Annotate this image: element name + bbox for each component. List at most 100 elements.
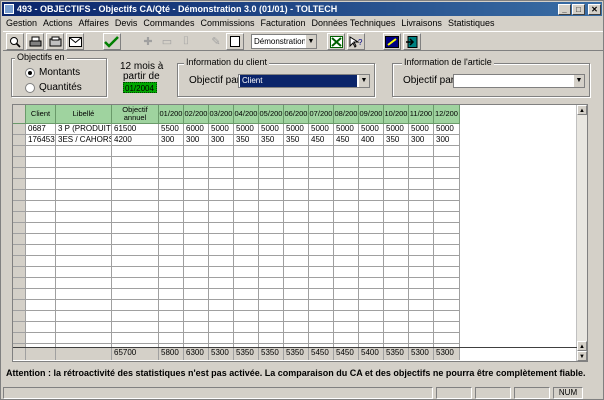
empty-cell[interactable] [184, 267, 209, 278]
empty-cell[interactable] [434, 179, 460, 190]
empty-cell[interactable] [56, 245, 112, 256]
table-cell[interactable]: 3 P (PRODUITS PI [56, 124, 112, 135]
radio-quantites-dot[interactable] [25, 82, 35, 93]
row-selector[interactable] [13, 146, 26, 157]
empty-cell[interactable] [359, 289, 384, 300]
article-objectif-select[interactable]: ▼ [453, 74, 585, 88]
empty-cell[interactable] [56, 333, 112, 344]
empty-cell[interactable] [384, 267, 409, 278]
row-selector[interactable] [13, 168, 26, 179]
validate-icon[interactable] [103, 33, 121, 50]
row-selector[interactable] [13, 300, 26, 311]
empty-cell[interactable] [56, 146, 112, 157]
empty-cell[interactable] [234, 256, 259, 267]
column-header[interactable]: 12/200 [434, 105, 460, 124]
empty-cell[interactable] [434, 223, 460, 234]
empty-cell[interactable] [284, 245, 309, 256]
empty-cell[interactable] [56, 190, 112, 201]
empty-cell[interactable] [284, 212, 309, 223]
column-header[interactable]: 01/200 [159, 105, 184, 124]
empty-cell[interactable] [384, 256, 409, 267]
empty-cell[interactable] [334, 311, 359, 322]
empty-cell[interactable] [234, 267, 259, 278]
table-cell[interactable]: 450 [334, 135, 359, 146]
empty-cell[interactable] [26, 179, 56, 190]
database-combo[interactable]: Démonstration 3 ▼ [251, 34, 317, 49]
empty-cell[interactable] [434, 234, 460, 245]
column-header[interactable]: 09/200 [359, 105, 384, 124]
empty-cell[interactable] [284, 179, 309, 190]
empty-cell[interactable] [309, 223, 334, 234]
empty-cell[interactable] [384, 333, 409, 344]
empty-cell[interactable] [209, 201, 234, 212]
empty-cell[interactable] [184, 289, 209, 300]
empty-cell[interactable] [434, 168, 460, 179]
empty-cell[interactable] [209, 234, 234, 245]
column-header[interactable]: 06/200 [284, 105, 309, 124]
empty-cell[interactable] [234, 289, 259, 300]
empty-cell[interactable] [309, 146, 334, 157]
empty-cell[interactable] [359, 157, 384, 168]
empty-cell[interactable] [26, 245, 56, 256]
help-icon[interactable]: ? [347, 33, 365, 50]
empty-cell[interactable] [56, 234, 112, 245]
empty-cell[interactable] [409, 245, 434, 256]
row-selector[interactable] [13, 201, 26, 212]
row-selector[interactable] [13, 179, 26, 190]
empty-cell[interactable] [434, 245, 460, 256]
table-cell[interactable]: 5000 [234, 124, 259, 135]
empty-cell[interactable] [434, 333, 460, 344]
empty-cell[interactable] [209, 289, 234, 300]
empty-cell[interactable] [112, 300, 159, 311]
empty-cell[interactable] [334, 300, 359, 311]
empty-cell[interactable] [259, 278, 284, 289]
minimize-button[interactable]: _ [558, 4, 571, 15]
scroll-up-button[interactable]: ▲ [577, 105, 587, 115]
row-selector[interactable] [13, 245, 26, 256]
edit-icon[interactable]: ✎ [207, 33, 225, 50]
empty-cell[interactable] [184, 168, 209, 179]
empty-cell[interactable] [56, 157, 112, 168]
table-cell[interactable]: 5000 [309, 124, 334, 135]
empty-cell[interactable] [384, 322, 409, 333]
empty-cell[interactable] [209, 311, 234, 322]
empty-cell[interactable] [234, 322, 259, 333]
empty-cell[interactable] [334, 322, 359, 333]
empty-cell[interactable] [234, 234, 259, 245]
empty-cell[interactable] [259, 146, 284, 157]
empty-cell[interactable] [309, 179, 334, 190]
empty-cell[interactable] [159, 179, 184, 190]
table-cell[interactable]: 350 [284, 135, 309, 146]
column-header[interactable]: Objectif annuel [112, 105, 159, 124]
client-objectif-select[interactable]: Client ▼ [238, 74, 370, 88]
empty-cell[interactable] [334, 179, 359, 190]
empty-cell[interactable] [409, 278, 434, 289]
copy-icon[interactable]: ▭ [158, 33, 176, 50]
empty-cell[interactable] [184, 201, 209, 212]
empty-cell[interactable] [112, 234, 159, 245]
empty-cell[interactable] [159, 157, 184, 168]
empty-cell[interactable] [259, 256, 284, 267]
empty-cell[interactable] [284, 234, 309, 245]
empty-cell[interactable] [284, 201, 309, 212]
empty-cell[interactable] [234, 179, 259, 190]
empty-cell[interactable] [309, 190, 334, 201]
row-selector[interactable] [13, 223, 26, 234]
empty-cell[interactable] [384, 300, 409, 311]
empty-cell[interactable] [56, 278, 112, 289]
empty-cell[interactable] [56, 289, 112, 300]
empty-cell[interactable] [56, 201, 112, 212]
chevron-down-icon[interactable]: ▼ [358, 75, 369, 87]
row-selector[interactable] [13, 267, 26, 278]
empty-cell[interactable] [26, 289, 56, 300]
empty-cell[interactable] [284, 256, 309, 267]
empty-cell[interactable] [56, 256, 112, 267]
table-cell[interactable]: 300 [434, 135, 460, 146]
empty-cell[interactable] [159, 289, 184, 300]
empty-cell[interactable] [112, 146, 159, 157]
row-selector[interactable] [13, 212, 26, 223]
empty-cell[interactable] [112, 333, 159, 344]
empty-cell[interactable] [409, 223, 434, 234]
table-cell[interactable]: 5000 [434, 124, 460, 135]
empty-cell[interactable] [112, 179, 159, 190]
